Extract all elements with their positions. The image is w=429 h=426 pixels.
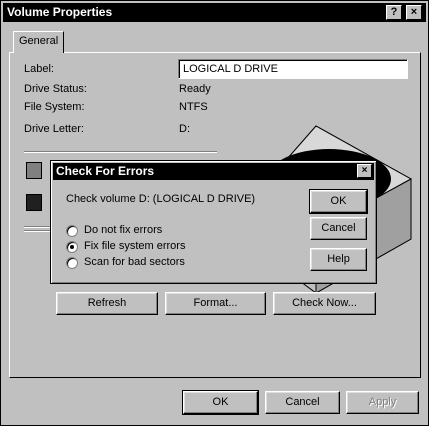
dialog-title-bar[interactable]: Check For Errors × [53,163,374,180]
volume-properties-window: Volume Properties ? × General Label: LOG… [0,0,429,426]
drive-status-label: Drive Status: [24,83,87,95]
option-label: Do not fix errors [84,224,163,236]
window-title: Volume Properties [7,5,113,19]
dialog-help-button[interactable]: Help [310,248,367,271]
dialog-ok-button[interactable]: OK [309,189,368,214]
tab-general[interactable]: General [13,31,64,53]
radio-do-not-fix[interactable] [66,225,78,237]
separator [24,151,217,153]
file-system-value: NTFS [179,101,208,113]
close-button[interactable]: × [406,5,422,20]
radio-fix-errors[interactable] [66,241,78,253]
label-input[interactable]: LOGICAL D DRIVE [178,59,408,79]
free-space-swatch [26,194,42,211]
option-fix-errors[interactable]: Fix file system errors [66,240,206,254]
check-for-errors-dialog: Check For Errors × Check volume D: (LOGI… [50,160,377,284]
drive-status-value: Ready [179,83,211,95]
drive-letter-label: Drive Letter: [24,123,84,135]
radio-scan-bad-sectors[interactable] [66,257,78,269]
option-do-not-fix[interactable]: Do not fix errors [66,224,196,238]
apply-button[interactable]: Apply [346,391,419,414]
tab-general-label: General [19,35,59,47]
file-system-label: File System: [24,101,85,113]
cancel-button[interactable]: Cancel [265,391,340,414]
ok-button[interactable]: OK [182,390,259,415]
label-field-label: Label: [24,63,54,75]
option-label: Fix file system errors [84,240,186,252]
dialog-title: Check For Errors [56,164,155,178]
format-button[interactable]: Format... [165,292,266,315]
dialog-close-button[interactable]: × [357,164,372,178]
dialog-cancel-button[interactable]: Cancel [310,217,367,240]
option-scan-bad-sectors[interactable]: Scan for bad sectors [66,256,206,270]
title-bar[interactable]: Volume Properties ? × [3,3,426,22]
refresh-button[interactable]: Refresh [56,292,158,315]
drive-letter-value: D: [179,123,190,135]
option-label: Scan for bad sectors [84,256,185,268]
used-space-swatch [26,162,42,179]
dialog-message: Check volume D: (LOGICAL D DRIVE) [66,193,256,205]
check-now-button[interactable]: Check Now... [273,292,376,315]
help-button[interactable]: ? [386,5,402,20]
